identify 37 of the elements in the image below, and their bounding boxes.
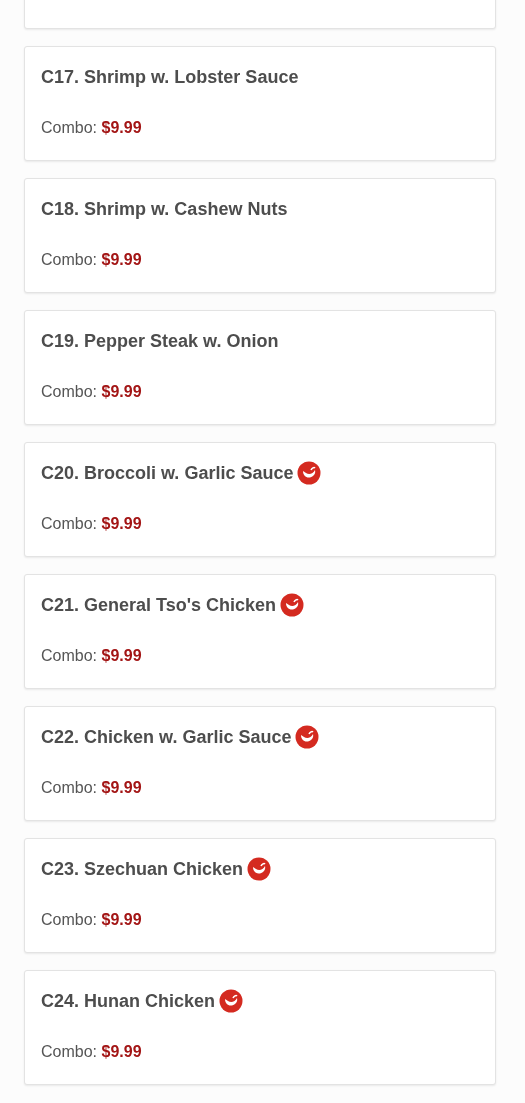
menu-item-card[interactable]: C21. General Tso's Chicken Combo: $9.99 [24, 574, 496, 689]
dish-name: C20. Broccoli w. Garlic Sauce [41, 462, 294, 484]
combo-label: Combo: [41, 119, 98, 136]
chili-pepper-icon [219, 989, 244, 1013]
chili-pepper-icon [247, 857, 272, 881]
chili-pepper-icon [280, 593, 305, 617]
dish-name: C21. General Tso's Chicken [41, 594, 277, 616]
price: $9.99 [101, 647, 142, 664]
price: $9.99 [101, 251, 142, 268]
menu-item-card[interactable]: C19. Pepper Steak w. Onion Combo: $9.99 [24, 310, 496, 425]
dish-name: C22. Chicken w. Garlic Sauce [41, 726, 292, 748]
combo-label: Combo: [41, 251, 98, 268]
price: $9.99 [101, 779, 142, 796]
dish-name: C17. Shrimp w. Lobster Sauce [41, 66, 299, 88]
price: $9.99 [101, 515, 142, 532]
menu-item-card[interactable]: C20. Broccoli w. Garlic Sauce Combo: $9.99 [24, 442, 496, 557]
menu-item-card[interactable]: C22. Chicken w. Garlic Sauce Combo: $9.99 [24, 706, 496, 821]
chili-pepper-icon [297, 461, 322, 485]
menu-item-card[interactable]: C23. Szechuan Chicken Combo: $9.99 [24, 838, 496, 953]
combo-label: Combo: [41, 383, 98, 400]
dish-name: C23. Szechuan Chicken [41, 858, 244, 880]
dish-name: C24. Hunan Chicken [41, 990, 216, 1012]
price: $9.99 [101, 383, 142, 400]
combo-label: Combo: [41, 911, 98, 928]
price: $9.99 [101, 911, 142, 928]
chili-pepper-icon [295, 725, 320, 749]
price: $9.99 [101, 119, 142, 136]
price: $9.99 [101, 1043, 142, 1060]
menu-item-card[interactable]: C24. Hunan Chicken Combo: $9.99 [24, 970, 496, 1085]
combo-label: Combo: [41, 1043, 98, 1060]
dish-name: C18. Shrimp w. Cashew Nuts [41, 198, 288, 220]
dish-name: C19. Pepper Steak w. Onion [41, 330, 279, 352]
combo-label: Combo: [41, 515, 98, 532]
menu-item-card[interactable]: C17. Shrimp w. Lobster Sauce Combo: $9.99 [24, 46, 496, 161]
menu-item-card[interactable]: C18. Shrimp w. Cashew Nuts Combo: $9.99 [24, 178, 496, 293]
combo-label: Combo: [41, 779, 98, 796]
combo-label: Combo: [41, 647, 98, 664]
